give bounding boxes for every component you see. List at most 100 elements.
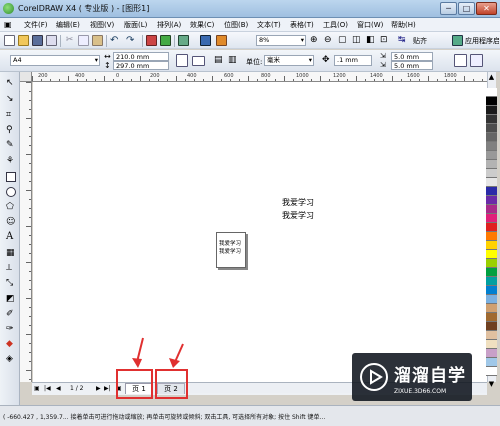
menu-bitmaps[interactable]: 位图(B)	[224, 20, 248, 30]
minimize-button[interactable]: ─	[440, 2, 457, 15]
page-width-field[interactable]: 210.0 mm	[113, 52, 169, 61]
dimension-tool-icon[interactable]: ⟂	[6, 263, 16, 273]
zoom-height-icon[interactable]: ◧	[366, 35, 377, 46]
snap-icon[interactable]: ↹	[398, 35, 409, 46]
color-swatch[interactable]	[486, 268, 497, 277]
current-page-icon[interactable]: ▥	[228, 55, 239, 66]
first-page-icon[interactable]: |◀	[44, 385, 51, 392]
color-swatch[interactable]	[486, 115, 497, 124]
chevron-down-icon[interactable]: ▾	[301, 36, 304, 44]
menu-edit[interactable]: 编辑(E)	[56, 20, 80, 30]
zoom-page-icon[interactable]: ▢	[338, 35, 349, 46]
zoom-selection-icon[interactable]: ⊡	[380, 35, 391, 46]
color-swatch[interactable]	[486, 250, 497, 259]
zoom-out-icon[interactable]: ⊖	[324, 35, 335, 46]
chevron-down-icon[interactable]: ▾	[309, 56, 312, 64]
color-swatch[interactable]	[486, 106, 497, 115]
page-height-field[interactable]: 297.0 mm	[113, 61, 169, 70]
polygon-tool-icon[interactable]: ⬠	[6, 202, 16, 212]
color-swatch[interactable]	[486, 214, 497, 223]
new-document-icon[interactable]	[4, 35, 15, 46]
chevron-down-icon[interactable]: ▾	[95, 56, 98, 64]
color-swatch[interactable]	[486, 178, 497, 187]
print-icon[interactable]	[46, 35, 57, 46]
connector-tool-icon[interactable]: ⤡	[6, 278, 16, 288]
ellipse-tool-icon[interactable]	[6, 187, 16, 197]
drawing-canvas[interactable]	[33, 82, 487, 382]
color-swatch[interactable]	[486, 133, 497, 142]
color-swatch[interactable]	[486, 151, 497, 160]
color-swatch[interactable]	[486, 160, 497, 169]
interactive-fill-tool-icon[interactable]: ◈	[6, 354, 16, 364]
color-swatch[interactable]	[486, 358, 497, 367]
launcher-icon[interactable]	[452, 35, 463, 46]
duplicate-x-field[interactable]: 5.0 mm	[391, 52, 433, 61]
color-swatch[interactable]	[486, 340, 497, 349]
fill-tool-icon[interactable]: ◆	[6, 339, 16, 349]
document-menu-icon[interactable]: ▣	[4, 20, 12, 29]
next-page-icon[interactable]: ▶	[96, 385, 101, 392]
color-swatch[interactable]	[486, 232, 497, 241]
zoom-width-icon[interactable]: ◫	[352, 35, 363, 46]
rectangle-tool-icon[interactable]	[6, 172, 16, 182]
blend-tool-icon[interactable]: ◩	[6, 294, 16, 304]
color-swatch[interactable]	[486, 322, 497, 331]
paper-size-select[interactable]: A4 ▾	[10, 55, 100, 66]
basic-shapes-tool-icon[interactable]: ☺	[6, 217, 16, 227]
color-swatch[interactable]	[486, 331, 497, 340]
save-icon[interactable]	[32, 35, 43, 46]
export-icon[interactable]	[160, 35, 171, 46]
menu-file[interactable]: 文件(F)	[24, 20, 48, 30]
menu-table[interactable]: 表格(T)	[290, 20, 314, 30]
document-page[interactable]: 我爱学习 我爱学习	[216, 232, 246, 268]
ruler-origin[interactable]	[20, 72, 32, 82]
pick-tool-icon[interactable]: ↖	[6, 78, 16, 88]
vertical-ruler[interactable]	[20, 82, 32, 382]
duplicate-y-field[interactable]: 5.0 mm	[391, 61, 433, 70]
outline-tool-icon[interactable]: ✑	[6, 324, 16, 334]
menu-view[interactable]: 视图(V)	[90, 20, 114, 30]
options-icon[interactable]	[470, 54, 483, 67]
color-swatch[interactable]	[486, 259, 497, 268]
color-swatch[interactable]	[486, 169, 497, 178]
canvas-text-line2[interactable]: 我爱学习	[282, 210, 314, 221]
redo-icon[interactable]: ↷	[126, 35, 137, 46]
menu-tools[interactable]: 工具(O)	[323, 20, 348, 30]
menu-help[interactable]: 帮助(H)	[391, 20, 416, 30]
application-launcher-icon[interactable]	[178, 35, 189, 46]
color-swatch[interactable]	[486, 97, 497, 106]
undo-icon[interactable]: ↶	[110, 35, 121, 46]
menu-layout[interactable]: 版面(L)	[124, 20, 147, 30]
color-swatch[interactable]	[486, 349, 497, 358]
freehand-tool-icon[interactable]: ✎	[6, 140, 16, 150]
horizontal-ruler[interactable]: 200 400 0 200 400 600 800 1000 1200 1400…	[32, 72, 487, 82]
last-page-icon[interactable]: ▶|	[104, 385, 111, 392]
add-page-before-icon[interactable]: ▣	[34, 385, 40, 392]
color-swatch[interactable]	[486, 205, 497, 214]
open-folder-icon[interactable]	[18, 35, 29, 46]
treat-as-filled-icon[interactable]	[454, 54, 467, 67]
eyedropper-tool-icon[interactable]: ✐	[6, 309, 16, 319]
welcome-screen-icon[interactable]	[216, 35, 227, 46]
color-swatch[interactable]	[486, 223, 497, 232]
smart-fill-tool-icon[interactable]: ⚘	[6, 156, 16, 166]
close-button[interactable]: ✕	[476, 2, 497, 15]
color-swatch[interactable]	[486, 367, 497, 376]
portrait-icon[interactable]	[176, 54, 188, 67]
menu-text[interactable]: 文本(T)	[257, 20, 281, 30]
menu-window[interactable]: 窗口(W)	[357, 20, 383, 30]
crop-tool-icon[interactable]: ⌗	[6, 110, 16, 120]
color-swatch[interactable]	[486, 304, 497, 313]
previous-page-icon[interactable]: ◀	[56, 385, 61, 392]
launcher-label[interactable]: 应用程序启动器	[465, 36, 499, 46]
color-swatch[interactable]	[486, 241, 497, 250]
maximize-button[interactable]: □	[458, 2, 475, 15]
nudge-distance-field[interactable]: .1 mm	[334, 55, 372, 66]
zoom-in-icon[interactable]: ⊕	[310, 35, 321, 46]
copy-icon[interactable]	[78, 35, 89, 46]
palette-scroll-down-icon[interactable]: ▼	[486, 380, 497, 388]
canvas-text-line1[interactable]: 我爱学习	[282, 197, 314, 208]
color-swatch[interactable]	[486, 277, 497, 286]
corel-online-icon[interactable]	[200, 35, 211, 46]
zoom-tool-icon[interactable]: ⚲	[6, 125, 16, 135]
